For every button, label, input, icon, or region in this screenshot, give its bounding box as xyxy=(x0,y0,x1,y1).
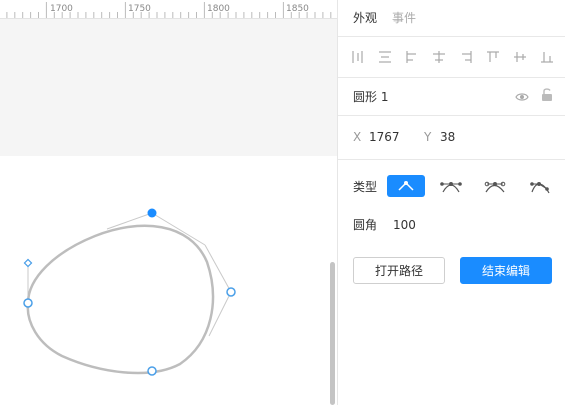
asymmetric-curve-icon xyxy=(484,181,506,193)
panel-tabs: 外观 事件 xyxy=(338,0,565,37)
path-editor-layer[interactable] xyxy=(0,0,337,405)
position-row: X 1767 Y 38 xyxy=(338,116,565,160)
end-edit-button[interactable]: 结束编辑 xyxy=(460,257,552,284)
handle-line xyxy=(151,212,206,246)
corner-point-icon xyxy=(398,181,414,191)
align-right-icon[interactable] xyxy=(404,49,420,65)
disconnected-curve-icon xyxy=(530,182,550,194)
design-canvas[interactable]: 1700 1750 1800 1850 xyxy=(0,0,337,405)
anchor-point[interactable] xyxy=(226,287,236,297)
anchor-point[interactable] xyxy=(147,366,157,376)
mirrored-curve-button[interactable] xyxy=(432,175,470,197)
x-input[interactable]: 1767 xyxy=(369,129,400,145)
corner-point-button[interactable] xyxy=(387,175,425,197)
align-toolbar xyxy=(338,37,565,78)
align-bottom-icon[interactable] xyxy=(539,49,555,65)
anchor-point[interactable] xyxy=(23,298,33,308)
align-left-icon[interactable] xyxy=(350,49,366,65)
y-input[interactable]: 38 xyxy=(440,129,455,145)
circle-shape-path[interactable] xyxy=(26,224,215,375)
align-horizontal-center-icon[interactable] xyxy=(377,49,393,65)
vertical-scrollbar[interactable] xyxy=(330,262,335,405)
mirrored-curve-icon xyxy=(440,182,462,193)
corner-radius-label: 圆角 xyxy=(353,218,378,232)
tab-appearance[interactable]: 外观 xyxy=(353,10,377,26)
layer-name-row: 圆形 1 xyxy=(338,78,565,116)
unlock-icon[interactable] xyxy=(540,87,554,103)
open-path-button[interactable]: 打开路径 xyxy=(353,257,445,284)
align-right-edge-icon[interactable] xyxy=(458,49,474,65)
layer-name[interactable]: 圆形 1 xyxy=(353,89,388,105)
x-label: X xyxy=(353,130,362,144)
distribute-horizontal-icon[interactable] xyxy=(431,49,447,65)
tab-events[interactable]: 事件 xyxy=(392,10,416,26)
y-label: Y xyxy=(424,130,432,144)
selected-anchor-point[interactable] xyxy=(147,208,157,218)
asymmetric-curve-button[interactable] xyxy=(476,175,514,197)
corner-radius-input[interactable]: 100 xyxy=(393,217,416,233)
point-type-label: 类型 xyxy=(353,180,378,194)
align-vertical-center-icon[interactable] xyxy=(512,49,528,65)
control-handle[interactable] xyxy=(23,258,33,268)
properties-panel: 外观 事件 圆形 1 X 1767 Y 38 类型 圆角 100 打开路径 结束… xyxy=(337,0,565,405)
eye-icon[interactable] xyxy=(515,89,529,103)
disconnected-curve-button[interactable] xyxy=(520,175,558,197)
align-top-icon[interactable] xyxy=(485,49,501,65)
